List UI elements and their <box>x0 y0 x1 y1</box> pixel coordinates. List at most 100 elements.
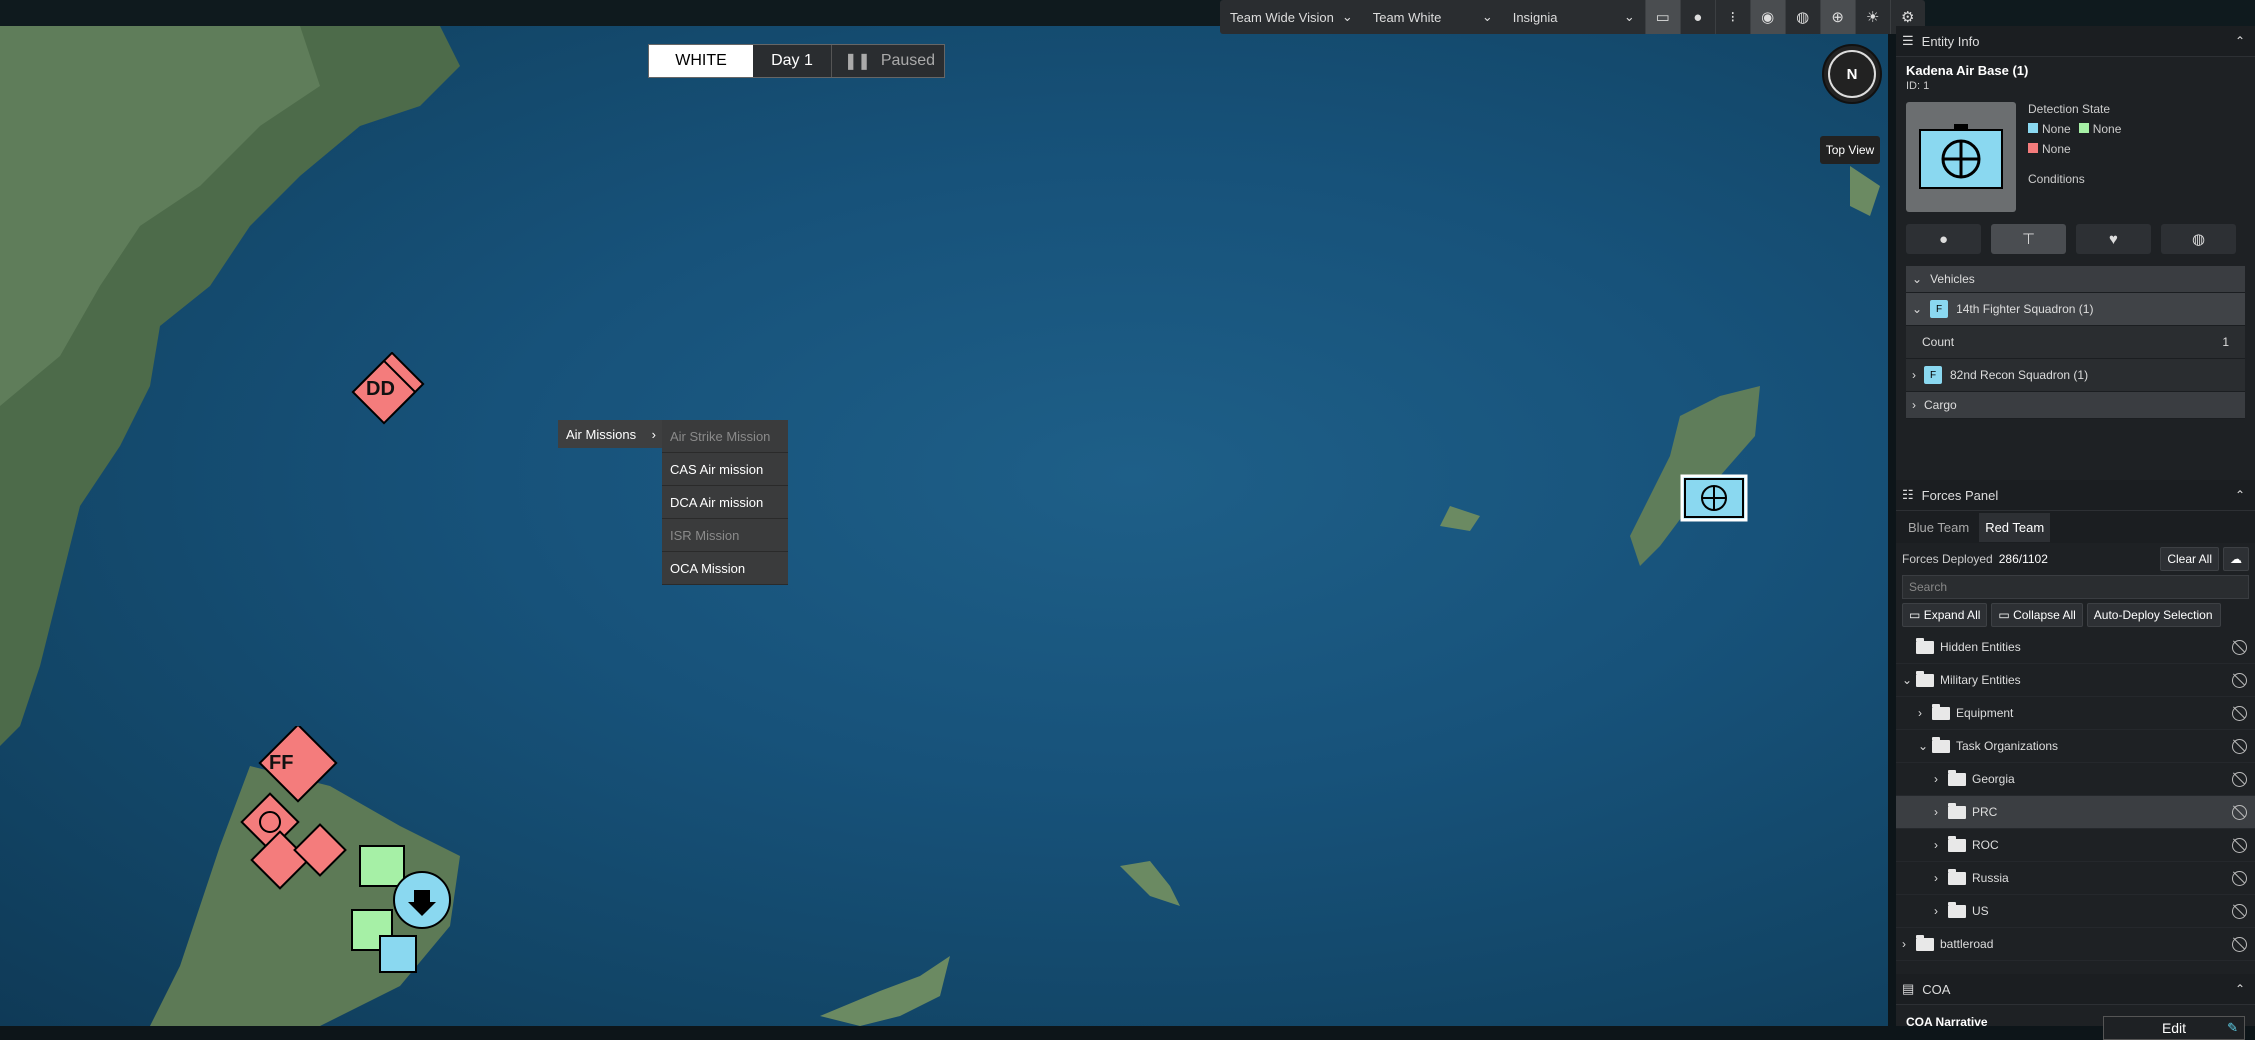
coa-panel: ▤ COA ⌃ COA Narrative Edit ✎ <box>1896 974 2255 1040</box>
display-label: Insignia <box>1512 9 1558 25</box>
visibility-off-icon[interactable] <box>2232 838 2247 853</box>
deployed-label: Forces Deployed <box>1902 552 1993 566</box>
chevron-down-icon: ⌄ <box>1902 673 1913 687</box>
entity-count: (1) <box>2012 63 2029 78</box>
lighting-button[interactable]: ☀ <box>1854 0 1890 34</box>
tab-globe[interactable]: ◍ <box>2161 224 2236 254</box>
day-indicator[interactable]: Day 1 <box>753 45 832 77</box>
menu-item-oca[interactable]: OCA Mission <box>662 552 788 585</box>
tab-blue-team[interactable]: Blue Team <box>1902 513 1975 542</box>
visibility-off-icon[interactable] <box>2232 739 2247 754</box>
tree-item-task-organizations[interactable]: ⌄ Task Organizations <box>1896 730 2255 763</box>
tree-item-roc[interactable]: › ROC <box>1896 829 2255 862</box>
chevron-down-icon: ⌄ <box>1481 9 1493 24</box>
cargo-header[interactable]: › Cargo <box>1906 392 2245 419</box>
record-button[interactable]: ◉ <box>1749 0 1785 34</box>
visibility-off-icon[interactable] <box>2232 640 2247 655</box>
visibility-off-icon[interactable] <box>2232 904 2247 919</box>
collapse-all-button[interactable]: ▭ Collapse All <box>1991 603 2083 627</box>
chevron-right-icon: › <box>1912 368 1916 382</box>
context-menu-air-missions[interactable]: Air Missions › <box>558 420 664 448</box>
ruler-button[interactable]: ▭ <box>1644 0 1680 34</box>
waypoint-icon: ⁝ <box>1730 9 1736 26</box>
forces-tree: Hidden Entities ⌄ Military Entities › Equi… <box>1896 631 2255 961</box>
compass[interactable]: N <box>1822 44 1882 104</box>
detection-red: None <box>2028 142 2071 156</box>
folder-icon <box>1948 835 1966 852</box>
tab-health[interactable]: ♥ <box>2076 224 2151 254</box>
visibility-off-icon[interactable] <box>2232 772 2247 787</box>
clear-all-button[interactable]: Clear All <box>2160 547 2219 571</box>
unit-label: DD <box>366 378 395 400</box>
tab-person[interactable]: ● <box>1906 224 1981 254</box>
earth-button[interactable]: ⊕ <box>1819 0 1855 34</box>
hierarchy-icon: ⊤ <box>2021 231 2036 248</box>
vehicle-item-82nd[interactable]: › F 82nd Recon Squadron (1) <box>1906 359 2245 392</box>
entity-info-title: Entity Info <box>1921 33 1980 49</box>
chevron-right-icon: › <box>1918 706 1922 720</box>
team-dropdown[interactable]: Team White ⌄ <box>1363 0 1503 34</box>
coa-title: COA <box>1922 981 1951 997</box>
recon-icon: F <box>1924 366 1942 384</box>
detection-green: None <box>2078 122 2121 136</box>
edit-label: Edit <box>2161 1020 2187 1036</box>
tree-actions: ▭ Expand All ▭ Collapse All Auto-Deploy … <box>1896 599 2255 631</box>
auto-deploy-dropdown[interactable]: Auto-Deploy Selection <box>2086 603 2221 627</box>
coa-header[interactable]: ▤ COA ⌃ <box>1896 974 2255 1005</box>
vehicle-item-14th[interactable]: ⌄ F 14th Fighter Squadron (1) <box>1906 293 2245 326</box>
tree-item-russia[interactable]: › Russia <box>1896 862 2255 895</box>
tree-item-hidden-entities[interactable]: Hidden Entities <box>1896 631 2255 664</box>
expand-all-button[interactable]: ▭ Expand All <box>1902 603 1988 627</box>
menu-item-dca[interactable]: DCA Air mission <box>662 486 788 519</box>
tree-item-equipment[interactable]: › Equipment <box>1896 697 2255 730</box>
person-icon: ● <box>1938 230 1949 248</box>
menu-item-cas[interactable]: CAS Air mission <box>662 453 788 486</box>
pause-button[interactable]: ❚❚ Paused <box>832 45 944 77</box>
visibility-off-icon[interactable] <box>2232 805 2247 820</box>
entity-info-header[interactable]: ☰ Entity Info ⌃ <box>1896 26 2255 57</box>
visibility-off-icon[interactable] <box>2232 706 2247 721</box>
folder-icon <box>1948 769 1966 786</box>
edit-button[interactable]: Edit ✎ <box>2103 1016 2245 1040</box>
dot-button[interactable]: ● <box>1679 0 1715 34</box>
chevron-right-icon: › <box>1934 904 1938 918</box>
top-view-button[interactable]: Top View <box>1820 136 1880 164</box>
team-indicator[interactable]: WHITE <box>649 45 753 77</box>
entity-name-line: Kadena Air Base (1) <box>1896 57 2255 78</box>
team-tabs: Blue Team Red Team <box>1896 511 2255 543</box>
vehicles-header[interactable]: ⌄ Vehicles <box>1906 266 2245 293</box>
tree-item-prc[interactable]: › PRC <box>1896 796 2255 829</box>
right-panel: ☰ Entity Info ⌃ Kadena Air Base (1) ID: … <box>1896 26 2255 1040</box>
compass-north: N <box>1828 50 1876 98</box>
tree-item-georgia[interactable]: › Georgia <box>1896 763 2255 796</box>
tree-item-military-entities[interactable]: ⌄ Military Entities <box>1896 664 2255 697</box>
record-icon: ◉ <box>1761 9 1775 26</box>
vision-dropdown[interactable]: Team Wide Vision ⌄ <box>1220 0 1363 34</box>
forces-deployed-row: Forces Deployed 286/1102 Clear All ☁ <box>1896 543 2255 575</box>
deployed-value: 286/1102 <box>1998 552 2048 566</box>
folder-icon <box>1948 901 1966 918</box>
globe-button[interactable]: ◍ <box>1784 0 1820 34</box>
cloud-button[interactable]: ☁ <box>2223 547 2249 571</box>
forces-panel-header[interactable]: ☷ Forces Panel ⌃ <box>1896 480 2255 511</box>
cargo-title: Cargo <box>1924 398 1957 412</box>
tree-item-us[interactable]: › US <box>1896 895 2255 928</box>
tree-item-battleroad[interactable]: › battleroad <box>1896 928 2255 961</box>
visibility-off-icon[interactable] <box>2232 673 2247 688</box>
visibility-off-icon[interactable] <box>2232 871 2247 886</box>
pause-state: Paused <box>880 52 936 69</box>
tab-red-team[interactable]: Red Team <box>1979 512 2051 542</box>
map-view[interactable]: DD FF <box>0 26 1888 1026</box>
folder-icon <box>1916 934 1934 951</box>
time-control: WHITE Day 1 ❚❚ Paused <box>648 44 945 78</box>
ruler-icon: ▭ <box>1655 9 1670 26</box>
waypoint-button[interactable]: ⁝ <box>1714 0 1750 34</box>
folder-icon <box>1916 637 1934 654</box>
team-label: Team White <box>1372 9 1442 25</box>
detection-label: Detection State <box>2028 102 2111 116</box>
display-dropdown[interactable]: Insignia ⌄ <box>1503 0 1645 34</box>
visibility-off-icon[interactable] <box>2232 937 2247 952</box>
search-input[interactable]: Search <box>1902 575 2249 599</box>
tab-hierarchy[interactable]: ⊤ <box>1991 224 2066 254</box>
chevron-down-icon: ⌄ <box>1623 9 1635 24</box>
